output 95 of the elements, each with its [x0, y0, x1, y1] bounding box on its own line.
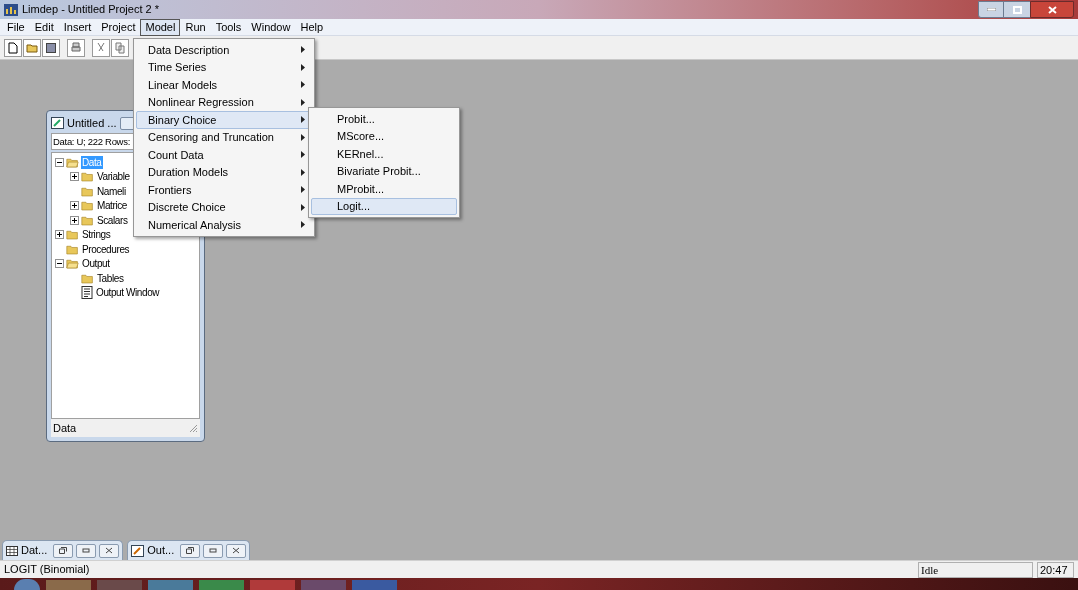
resize-grip-icon — [189, 423, 198, 433]
open-folder-icon — [66, 258, 79, 270]
minimize-icon — [82, 547, 91, 554]
expand-icon[interactable] — [70, 201, 79, 211]
submenu-arrow-icon — [301, 151, 305, 159]
menu-entry[interactable]: Frontiers — [136, 181, 312, 199]
expand-icon[interactable] — [55, 230, 64, 240]
tree-item[interactable]: Strings — [81, 228, 112, 242]
cut-icon[interactable] — [92, 38, 110, 57]
new-file-icon[interactable] — [4, 38, 22, 57]
window-tab[interactable]: Dat... — [2, 540, 124, 560]
minimize-button[interactable] — [978, 1, 1004, 18]
menu-entry[interactable]: Logit... — [311, 197, 457, 215]
submenu-arrow-icon — [301, 98, 305, 106]
submenu-arrow-icon — [301, 116, 305, 124]
close-icon — [232, 547, 241, 554]
menu-item[interactable]: Window — [246, 18, 296, 36]
menu-entry[interactable]: Probit... — [311, 110, 457, 128]
menu-item[interactable]: Tools — [210, 18, 247, 36]
tree-item[interactable]: Matrice — [96, 199, 128, 213]
restore-icon — [1012, 5, 1022, 14]
minimize-icon — [209, 547, 218, 554]
menu-item[interactable]: File — [2, 18, 30, 36]
copy-icon[interactable] — [111, 38, 129, 57]
status-message: LOGIT (Binomial) — [4, 562, 91, 578]
close-icon — [1047, 5, 1057, 14]
folder-icon — [66, 229, 79, 241]
collapse-icon[interactable] — [55, 259, 64, 269]
menu-item[interactable]: Edit — [29, 18, 59, 36]
tree-item[interactable]: Variable — [96, 170, 131, 184]
folder-icon — [81, 171, 94, 183]
menu-item[interactable]: Insert — [58, 18, 97, 36]
menu-entry[interactable]: Nonlinear Regression — [136, 93, 312, 111]
tree-item[interactable]: Output — [81, 257, 111, 271]
menu-entry[interactable]: MProbit... — [311, 180, 457, 198]
minimize-icon — [986, 8, 996, 11]
submenu-arrow-icon — [301, 203, 305, 211]
close-button[interactable] — [99, 543, 120, 558]
tree-item[interactable]: Output Window — [95, 286, 161, 300]
save-icon[interactable] — [42, 38, 60, 57]
start-orb[interactable] — [14, 579, 40, 590]
grid-icon — [6, 545, 18, 556]
close-button[interactable] — [1030, 1, 1074, 18]
folder-icon — [81, 200, 94, 212]
restore-icon — [59, 547, 68, 554]
status-state: Idle — [918, 561, 1033, 578]
menu-item[interactable]: Help — [295, 18, 329, 36]
restore-icon — [186, 547, 195, 554]
submenu-arrow-icon — [301, 221, 305, 229]
restore-button[interactable] — [180, 543, 201, 558]
menu-entry[interactable]: KERnel... — [311, 145, 457, 163]
app-icon — [4, 3, 18, 16]
tree-item[interactable]: Procedures — [81, 242, 131, 256]
window-icon — [51, 117, 64, 129]
window-title: Limdep - Untitled Project 2 * — [22, 2, 159, 18]
menu-item[interactable]: Run — [180, 18, 211, 36]
menu-entry[interactable]: Discrete Choice — [136, 198, 312, 216]
window-tab[interactable]: Out... — [127, 540, 251, 560]
status-time: 20:47 — [1037, 561, 1074, 578]
close-icon — [105, 547, 114, 554]
menu-entry[interactable]: Duration Models — [136, 163, 312, 181]
tree-item[interactable]: Nameli — [96, 184, 127, 198]
submenu-arrow-icon — [301, 46, 305, 54]
restore-button[interactable] — [53, 543, 74, 558]
collapse-icon[interactable] — [55, 157, 64, 167]
menu-entry[interactable]: MScore... — [311, 127, 457, 145]
menu-entry[interactable]: Time Series — [136, 58, 312, 76]
submenu-arrow-icon — [301, 81, 305, 89]
window-icon — [131, 544, 145, 557]
document-icon — [81, 286, 93, 300]
window-tab-label: Dat... — [21, 543, 48, 559]
folder-icon — [81, 214, 94, 226]
window-tab-label: Out... — [147, 543, 175, 559]
folder-icon — [81, 272, 94, 284]
submenu-arrow-icon — [301, 133, 305, 141]
tree-window-status: Data — [53, 420, 77, 436]
tree-item[interactable]: Scalars — [96, 213, 129, 227]
tree-window-title: Untitled ... — [67, 115, 117, 131]
menu-entry[interactable]: Numerical Analysis — [136, 216, 312, 234]
folder-icon — [66, 243, 79, 255]
menu-entry[interactable]: Bivariate Probit... — [311, 162, 457, 180]
print-icon[interactable] — [67, 38, 85, 57]
tree-item[interactable]: Tables — [96, 271, 125, 285]
close-button[interactable] — [226, 543, 247, 558]
open-folder-icon — [66, 156, 79, 168]
submenu-arrow-icon — [301, 63, 305, 71]
menu-entry[interactable]: Linear Models — [136, 76, 312, 94]
menu-entry[interactable]: Data Description — [136, 41, 312, 59]
expand-icon[interactable] — [70, 215, 79, 225]
submenu-arrow-icon — [301, 168, 305, 176]
restore-button[interactable] — [1004, 1, 1030, 18]
menu-item[interactable]: Project — [96, 18, 141, 36]
expand-icon[interactable] — [70, 172, 79, 182]
submenu-arrow-icon — [301, 186, 305, 194]
folder-icon — [81, 185, 94, 197]
